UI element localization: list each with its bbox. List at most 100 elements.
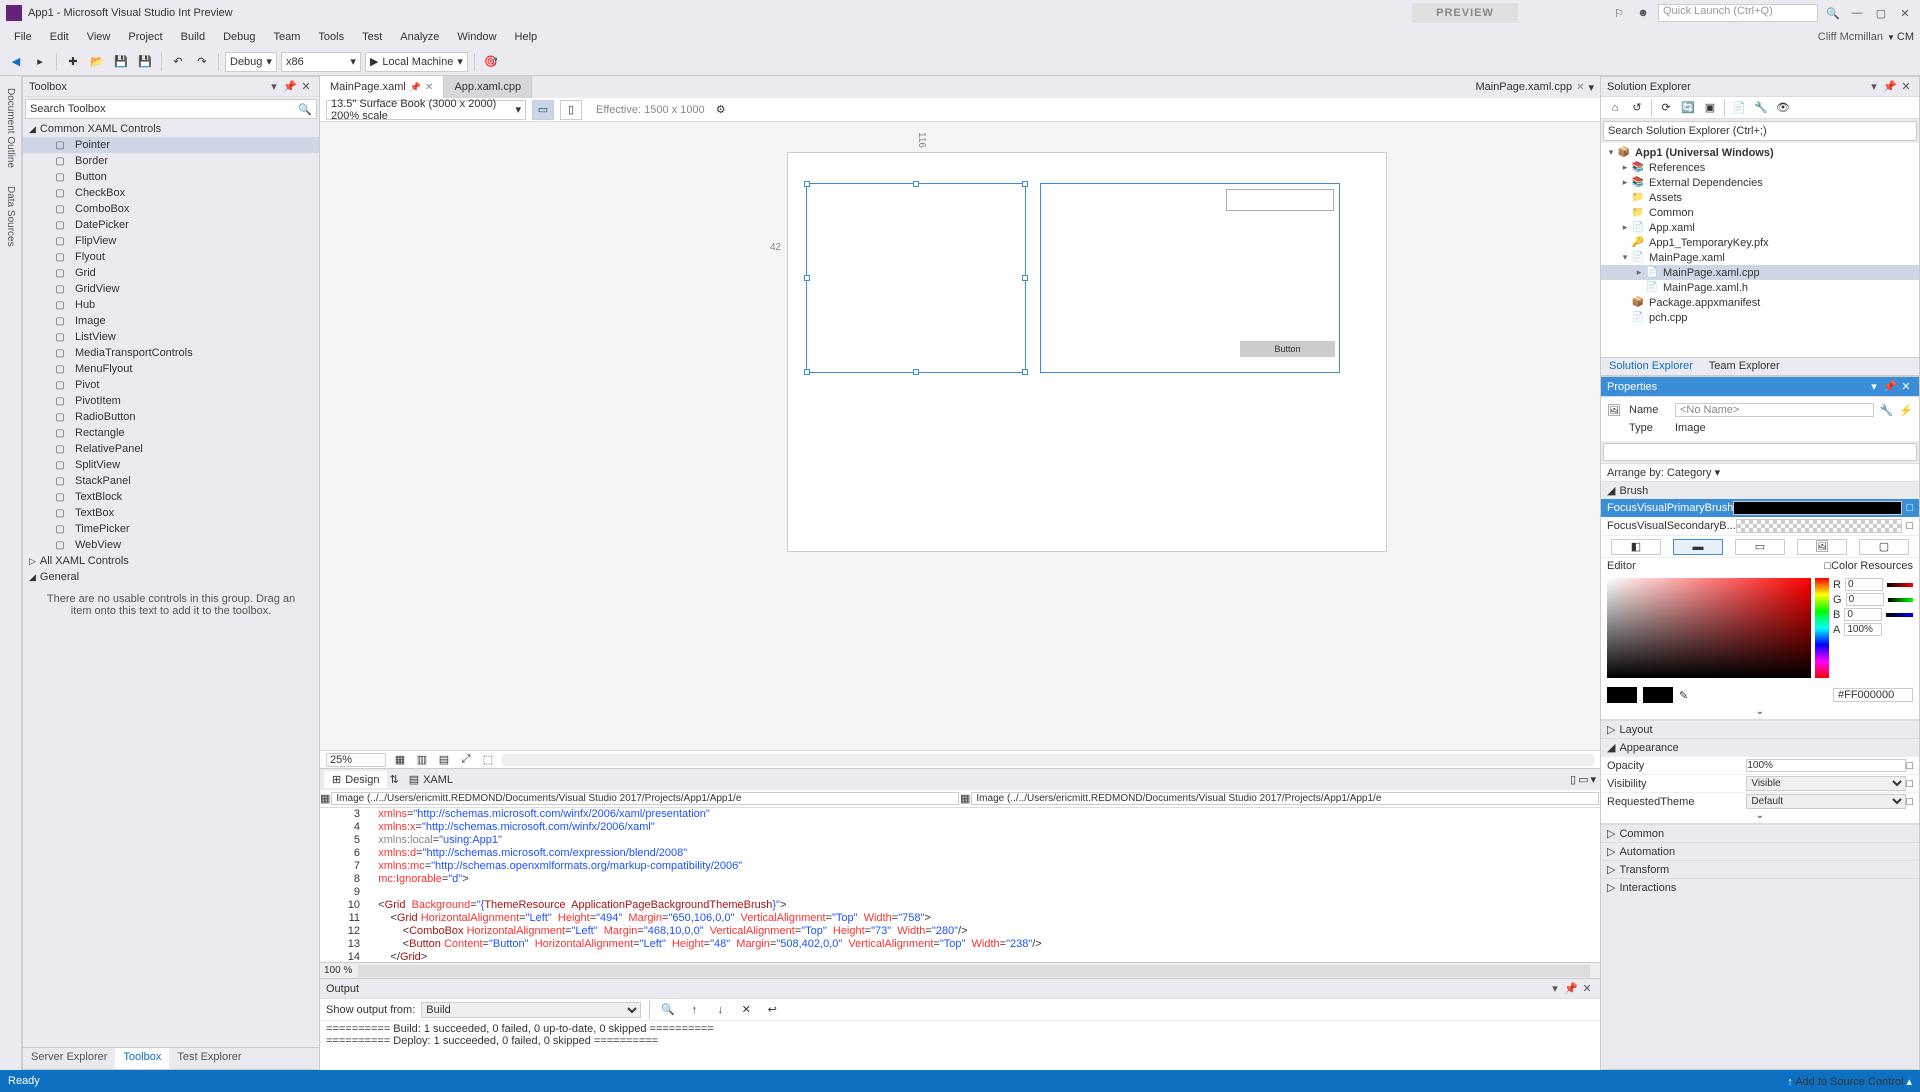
zoom-dropdown[interactable]: 25% bbox=[326, 753, 386, 767]
doc-tab-mainpage[interactable]: MainPage.xaml📌✕ bbox=[320, 76, 444, 98]
toolbox-search-input[interactable]: Search Toolbox 🔍 bbox=[25, 99, 317, 119]
toolbox-category-all[interactable]: ▷All XAML Controls bbox=[23, 553, 319, 569]
toolbox-item-border[interactable]: ▢Border bbox=[23, 153, 319, 169]
tab-server-explorer[interactable]: Server Explorer bbox=[23, 1048, 115, 1069]
pin-icon[interactable]: 📌 bbox=[1883, 380, 1897, 394]
landscape-toggle[interactable]: ▭ bbox=[532, 100, 554, 120]
brush-none[interactable]: ◧ bbox=[1611, 539, 1661, 555]
notifications-icon[interactable]: ⚐ bbox=[1610, 4, 1628, 22]
props-icon[interactable]: 🔧 bbox=[1751, 98, 1771, 118]
snap-lines-icon[interactable]: ▤ bbox=[436, 752, 452, 768]
toolbox-item-flyout[interactable]: ▢Flyout bbox=[23, 249, 319, 265]
reqtheme-dropdown[interactable]: Default bbox=[1746, 794, 1906, 809]
tree-node[interactable]: 📁Common bbox=[1601, 205, 1919, 220]
tree-node[interactable]: ▸📄MainPage.xaml.cpp bbox=[1601, 265, 1919, 280]
fit-icon[interactable]: ⤢ bbox=[458, 752, 474, 768]
refresh-icon[interactable]: 🔄 bbox=[1678, 98, 1698, 118]
quick-launch-input[interactable]: Quick Launch (Ctrl+Q) bbox=[1658, 4, 1818, 22]
events-icon[interactable]: ⚡ bbox=[1899, 404, 1913, 417]
dropdown-icon[interactable]: ▾ bbox=[1867, 80, 1881, 94]
menu-team[interactable]: Team bbox=[266, 29, 309, 45]
menu-project[interactable]: Project bbox=[120, 29, 170, 45]
toolbox-item-listview[interactable]: ▢ListView bbox=[23, 329, 319, 345]
toolbox-item-hub[interactable]: ▢Hub bbox=[23, 297, 319, 313]
pin-icon[interactable]: 📌 bbox=[283, 80, 297, 94]
portrait-toggle[interactable]: ▯ bbox=[560, 100, 582, 120]
g-input[interactable] bbox=[1846, 593, 1884, 606]
expand-icon[interactable]: ⌄ bbox=[1601, 810, 1919, 824]
doc-tab-preview[interactable]: MainPage.xaml.cpp✕▾ bbox=[1469, 81, 1600, 94]
cat-brush[interactable]: ◢Brush bbox=[1601, 481, 1919, 499]
menu-analyze[interactable]: Analyze bbox=[392, 29, 447, 45]
tab-toolbox[interactable]: Toolbox bbox=[115, 1048, 169, 1069]
tree-node[interactable]: ▸📚References bbox=[1601, 160, 1919, 175]
brush-gradient[interactable]: ▭ bbox=[1735, 539, 1785, 555]
settings-icon[interactable]: ⚙ bbox=[711, 100, 731, 120]
solexp-search-input[interactable]: Search Solution Explorer (Ctrl+;) bbox=[1603, 121, 1917, 141]
hex-input[interactable] bbox=[1833, 688, 1913, 702]
toolbox-item-timepicker[interactable]: ▢TimePicker bbox=[23, 521, 319, 537]
toolbox-item-pointer[interactable]: ▢Pointer bbox=[23, 137, 319, 153]
save-icon[interactable]: 💾 bbox=[111, 52, 131, 72]
code-h-scrollbar[interactable] bbox=[358, 965, 1590, 977]
brush-solid[interactable]: ▬ bbox=[1673, 539, 1723, 555]
expand-icon[interactable]: ⌄ bbox=[1601, 706, 1919, 720]
preview-icon[interactable]: 👁 bbox=[1773, 98, 1793, 118]
nav-back-icon[interactable]: ◀ bbox=[6, 52, 26, 72]
cat-transform[interactable]: ▷Transform bbox=[1601, 860, 1919, 878]
tree-node[interactable]: ▾📄MainPage.xaml bbox=[1601, 250, 1919, 265]
toolbar-extra-icon[interactable]: 🎯 bbox=[481, 52, 501, 72]
nav-fwd-icon[interactable]: ▸ bbox=[30, 52, 50, 72]
toolbox-item-relativepanel[interactable]: ▢RelativePanel bbox=[23, 441, 319, 457]
undo-icon[interactable]: ↶ bbox=[168, 52, 188, 72]
xaml-editor[interactable]: 34567891011121314 xmlns="http://schemas.… bbox=[320, 808, 1600, 962]
new-project-icon[interactable]: ✚ bbox=[63, 52, 83, 72]
toolbox-item-grid[interactable]: ▢Grid bbox=[23, 265, 319, 281]
tab-teamexp[interactable]: Team Explorer bbox=[1701, 358, 1788, 375]
brush-row-primary[interactable]: FocusVisualPrimaryBrush □ bbox=[1601, 499, 1919, 517]
opacity-input[interactable] bbox=[1746, 759, 1906, 772]
dropdown-icon[interactable]: ▾ bbox=[267, 80, 281, 94]
tree-node[interactable]: 📁Assets bbox=[1601, 190, 1919, 205]
output-source-dropdown[interactable]: Build bbox=[421, 1002, 641, 1018]
wrench-icon[interactable]: 🔧 bbox=[1880, 404, 1894, 417]
toolbox-item-textbox[interactable]: ▢TextBox bbox=[23, 505, 319, 521]
tree-node[interactable]: ▸📄App.xaml bbox=[1601, 220, 1919, 235]
toolbox-item-flipview[interactable]: ▢FlipView bbox=[23, 233, 319, 249]
source-control-button[interactable]: ↑ Add to Source Control ▴ bbox=[1787, 1075, 1912, 1088]
toolbox-category-common[interactable]: ◢Common XAML Controls bbox=[23, 121, 319, 137]
a-input[interactable] bbox=[1844, 623, 1882, 636]
menu-view[interactable]: View bbox=[79, 29, 119, 45]
toolbox-item-pivot[interactable]: ▢Pivot bbox=[23, 377, 319, 393]
h-scrollbar[interactable] bbox=[502, 754, 1594, 766]
sync-icon[interactable]: ⟳ bbox=[1656, 98, 1676, 118]
brush-tile[interactable]: 🖼 bbox=[1797, 539, 1847, 555]
redo-icon[interactable]: ↷ bbox=[192, 52, 212, 72]
vtab-data-sources[interactable]: Data Sources bbox=[3, 178, 18, 255]
snap-icon[interactable]: ▥ bbox=[414, 752, 430, 768]
menu-help[interactable]: Help bbox=[507, 29, 546, 45]
props-search-input[interactable] bbox=[1603, 443, 1917, 461]
vtab-doc-outline[interactable]: Document Outline bbox=[3, 80, 18, 176]
toolbox-item-textblock[interactable]: ▢TextBlock bbox=[23, 489, 319, 505]
home-icon[interactable]: ⌂ bbox=[1605, 98, 1625, 118]
output-prev-icon[interactable]: ↑ bbox=[684, 1000, 704, 1020]
toolbox-item-datepicker[interactable]: ▢DatePicker bbox=[23, 217, 319, 233]
maximize-icon[interactable]: ▢ bbox=[1872, 4, 1890, 22]
device-dropdown[interactable]: 13.5" Surface Book (3000 x 2000) 200% sc… bbox=[326, 100, 526, 120]
signed-in-user[interactable]: Cliff Mcmillan bbox=[1818, 31, 1883, 43]
close-icon[interactable]: ✕ bbox=[425, 82, 433, 93]
tree-node[interactable]: 📦Package.appxmanifest bbox=[1601, 295, 1919, 310]
button-control[interactable]: Button bbox=[1240, 341, 1335, 357]
close-icon[interactable]: ✕ bbox=[1576, 82, 1584, 93]
output-clear-icon[interactable]: ✕ bbox=[736, 1000, 756, 1020]
split-design-tab[interactable]: ⊞Design bbox=[324, 771, 387, 788]
close-icon[interactable]: ✕ bbox=[1899, 80, 1913, 94]
cat-layout[interactable]: ▷Layout bbox=[1601, 720, 1919, 738]
breadcrumb-left[interactable]: Image (../../Users/ericmitt.REDMOND/Docu… bbox=[331, 792, 959, 805]
toolbox-item-checkbox[interactable]: ▢CheckBox bbox=[23, 185, 319, 201]
search-icon[interactable]: 🔍 bbox=[1824, 4, 1842, 22]
config-dropdown[interactable]: Debug▾ bbox=[225, 52, 277, 72]
dropdown-icon[interactable]: ▾ bbox=[1548, 982, 1562, 996]
name-input[interactable]: <No Name> bbox=[1675, 403, 1874, 417]
